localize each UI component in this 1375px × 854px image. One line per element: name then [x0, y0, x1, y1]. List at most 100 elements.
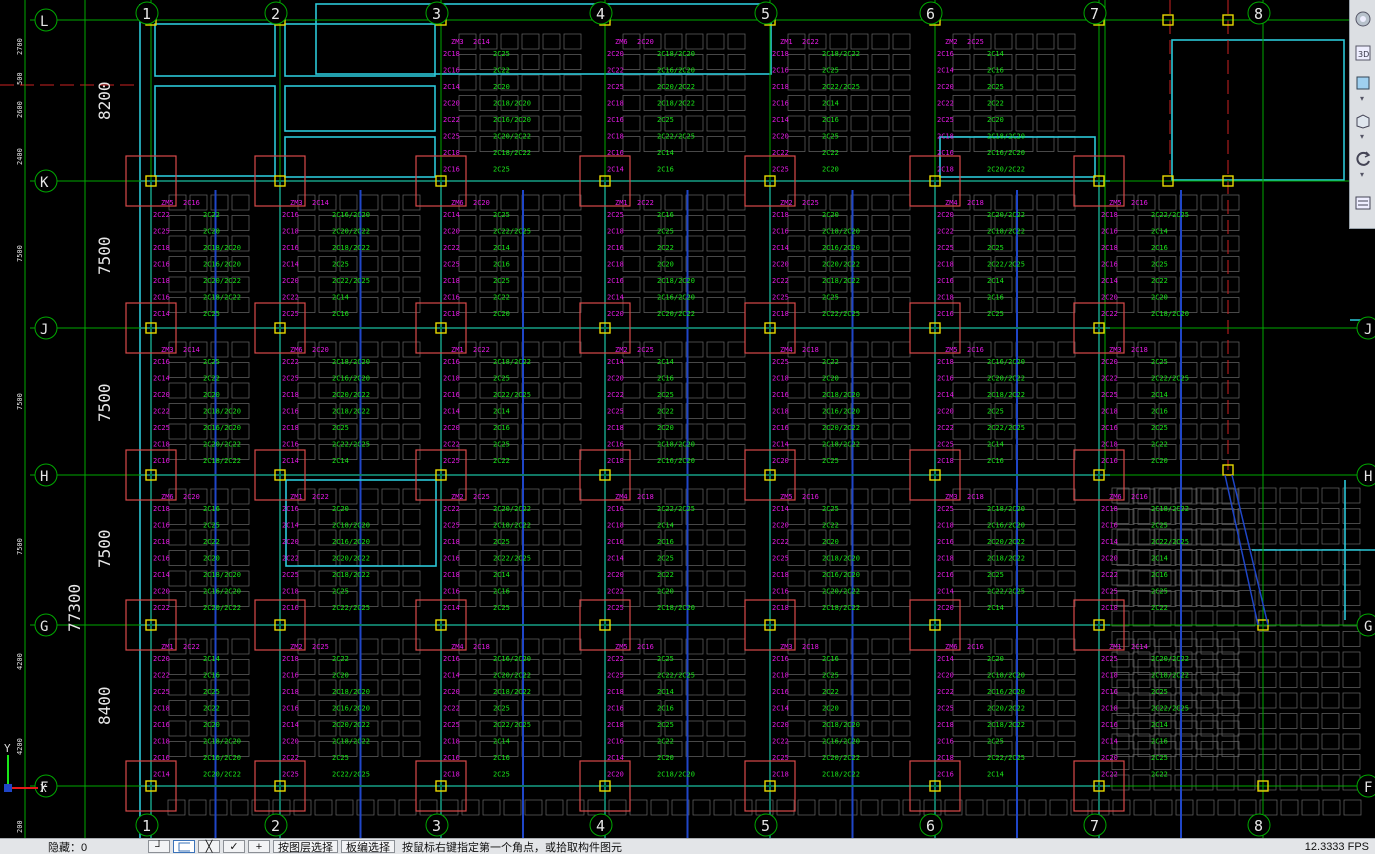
- rebar-label: 2C14: [1101, 277, 1118, 285]
- slab-cell: [1179, 550, 1198, 566]
- rebar-label: 2C16: [772, 688, 789, 696]
- rebar-label: 2C22: [822, 358, 839, 366]
- slab-cell: [1057, 679, 1076, 696]
- slab-cell: [419, 799, 438, 816]
- rebar-label: 2C25: [967, 38, 984, 46]
- dimension-text: 8200: [95, 81, 114, 120]
- rebar-label: 2C20/2C22: [657, 83, 695, 91]
- slab-cell: [566, 799, 585, 816]
- slab-cell: [402, 679, 421, 696]
- rebar-label: 2C18: [1101, 672, 1118, 680]
- rebar-label: 2C25: [1151, 522, 1168, 530]
- slab-cell: [787, 95, 806, 111]
- check-icon[interactable]: ✓: [223, 840, 245, 853]
- slab-cell: [1158, 194, 1177, 211]
- slab-cell: [210, 341, 229, 358]
- slab-cell: [1174, 569, 1193, 586]
- slab-cell: [563, 54, 582, 70]
- cross-select-icon[interactable]: ╳: [198, 840, 220, 853]
- rebar-label: 2C22: [822, 149, 839, 157]
- slab-cell: [685, 423, 704, 440]
- slab-cell: [871, 362, 890, 378]
- slab-cell: [542, 341, 561, 358]
- slab-cell: [521, 638, 540, 655]
- slab-cell: [1279, 733, 1298, 750]
- rebar-label: 2C25: [443, 133, 460, 141]
- slab-cell: [1057, 720, 1076, 737]
- slab-cell: [458, 276, 477, 293]
- slab-cell: [871, 54, 890, 70]
- slab-cell: [1036, 720, 1055, 737]
- select-by-layer-button[interactable]: 按图层选择: [273, 840, 338, 854]
- slab-cell: [360, 659, 379, 675]
- slab-cell: [622, 423, 641, 440]
- slab-cell: [1321, 549, 1340, 565]
- slab-cell: [168, 509, 187, 525]
- slab-cell: [297, 509, 316, 525]
- rebar-label: 2C20: [937, 408, 954, 416]
- slab-cell: [1321, 569, 1340, 586]
- dimension-text: 7500: [95, 236, 114, 275]
- slab-cell: [787, 550, 806, 566]
- rebar-label: 2C14: [1151, 555, 1168, 563]
- rebar-label: 2C22: [153, 408, 170, 416]
- view-3d-icon[interactable]: 3D: [1352, 42, 1374, 64]
- rebar-label: 2C20: [987, 655, 1004, 663]
- plus-icon[interactable]: +: [248, 840, 270, 853]
- slab-cell: [458, 741, 477, 757]
- slab-cell: [587, 799, 606, 816]
- slab-cell: [500, 638, 519, 655]
- slab-cell: [458, 659, 477, 675]
- slab-cell: [542, 570, 561, 587]
- slab-cell: [1057, 700, 1076, 716]
- slab-cell: [1057, 54, 1076, 70]
- slab-select-button[interactable]: 板编选择: [341, 840, 395, 854]
- orbit-icon[interactable]: ▾: [1352, 148, 1374, 179]
- slab-cell: [1057, 297, 1076, 313]
- cad-drawing-canvas[interactable]: ZM3 2C14 2C18 2C25 2C16 2C22 2C14 2C20 2C20 2C18/…: [0, 0, 1375, 838]
- slab-cell: [168, 444, 187, 460]
- slab-cell: [787, 215, 806, 231]
- rebar-label: 2C18: [772, 83, 789, 91]
- rebar-label: 2C18/2C20: [657, 604, 695, 612]
- slab-cell: [168, 741, 187, 757]
- slab-cell: [706, 136, 725, 152]
- slab-cell: [542, 741, 561, 757]
- rebar-label: 2C25: [332, 754, 349, 762]
- slab-cell: [727, 488, 746, 505]
- rebar-label: 2C16: [493, 424, 510, 432]
- rebar-label: 2C16/2C20: [822, 244, 860, 252]
- column-mark: ZM5: [780, 493, 793, 501]
- slab-cell: [563, 509, 582, 525]
- navigation-wheel-icon[interactable]: [1352, 8, 1374, 30]
- rebar-label: 2C14: [772, 705, 789, 713]
- slab-cell: [952, 362, 971, 378]
- rebar-label: 2C16/2C20: [657, 457, 695, 465]
- slab-cell: [458, 115, 477, 132]
- layer-panel-icon[interactable]: [1352, 192, 1374, 214]
- column-mark: ZM5: [945, 346, 958, 354]
- ucs-origin: [4, 784, 12, 792]
- dimension-text: 7500: [95, 383, 114, 422]
- slab-cell: [210, 638, 229, 655]
- slab-cell: [706, 659, 725, 675]
- slab-cell: [1279, 590, 1298, 606]
- slab-cell: [1116, 550, 1135, 566]
- view-box-icon[interactable]: ▾: [1352, 110, 1374, 141]
- slab-cell: [1179, 341, 1198, 358]
- slab-cell: [727, 341, 746, 358]
- visual-style-icon[interactable]: ▾: [1352, 72, 1374, 103]
- slab-cell: [209, 799, 228, 816]
- slab-cell: [1258, 508, 1277, 524]
- rebar-label: 2C20: [772, 261, 789, 269]
- select-mode-icon[interactable]: ┘: [148, 840, 170, 853]
- window-select-icon[interactable]: [173, 840, 195, 853]
- slab-cell: [1057, 362, 1076, 378]
- rebar-label: 2C20: [203, 721, 220, 729]
- slab-cell: [1179, 591, 1198, 607]
- rebar-label: 2C22: [1101, 310, 1118, 318]
- slab-cell: [706, 362, 725, 378]
- slab-cell: [542, 194, 561, 211]
- rebar-label: 2C22: [607, 391, 624, 399]
- rebar-label: 2C22: [772, 738, 789, 746]
